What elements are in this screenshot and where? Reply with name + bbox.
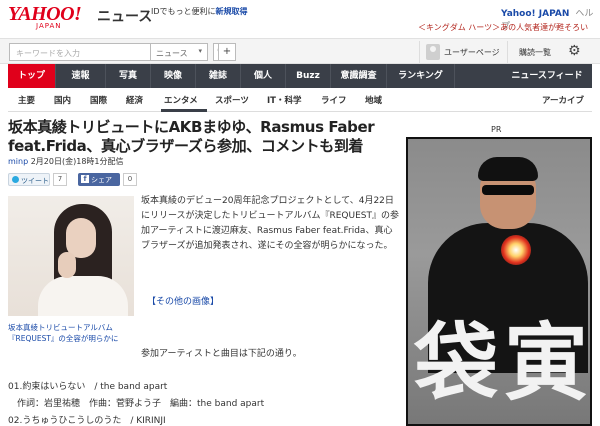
pr-label: PR bbox=[491, 125, 502, 134]
category-economy[interactable]: 経済 bbox=[126, 94, 143, 106]
track-credit: 作詞：岩里祐穂 作曲：菅野よう子 編曲：the band apart bbox=[8, 399, 265, 409]
ad-kanji-left: 袋 bbox=[414, 313, 499, 412]
more-images-link[interactable]: 【その他の画像】 bbox=[147, 294, 219, 307]
article-photo[interactable] bbox=[8, 196, 134, 316]
yahoo-logo-sub: JAPAN bbox=[36, 22, 62, 30]
nav-item-top[interactable]: トップ bbox=[8, 64, 56, 88]
category-life[interactable]: ライフ bbox=[321, 94, 347, 106]
chevron-down-icon: ▾ bbox=[198, 47, 202, 55]
share-label: シェア bbox=[91, 176, 112, 184]
nav-item-video[interactable]: 映像 bbox=[151, 64, 196, 88]
article-body-paragraph-2: 参加アーティストと曲目は下記の通り。 bbox=[141, 349, 302, 359]
ad-kanji-right: 寅 bbox=[504, 313, 589, 412]
category-international[interactable]: 国際 bbox=[90, 94, 107, 106]
category-it-science[interactable]: IT・科学 bbox=[267, 94, 301, 106]
track-item: 01.約束はいらない / the band apart bbox=[8, 382, 168, 392]
user-page-button[interactable]: ユーザーページ bbox=[419, 41, 501, 63]
subscriptions-button[interactable]: 購読一覧 bbox=[507, 41, 555, 63]
photo-caption[interactable]: 坂本真綾トリビュートアルバム『REQUEST』の全容が明らかに bbox=[8, 322, 138, 344]
category-sports[interactable]: スポーツ bbox=[215, 94, 249, 106]
search-scope-select[interactable]: ニュース ▾ bbox=[150, 43, 208, 61]
article-date: 2月20日(金)18時1分配信 bbox=[30, 157, 124, 166]
user-page-label: ユーザーページ bbox=[444, 48, 500, 57]
tweet-button[interactable]: ツイート bbox=[8, 173, 50, 186]
category-nav: 主要 国内 国際 経済 エンタメ スポーツ IT・科学 ライフ 地域 アーカイブ bbox=[8, 88, 592, 112]
nav-item-news-feed[interactable]: ニュースフィード bbox=[502, 64, 592, 88]
facebook-icon: f bbox=[81, 175, 89, 183]
nav-item-magazine[interactable]: 雑誌 bbox=[196, 64, 241, 88]
facebook-share-button[interactable]: f シェア bbox=[78, 173, 120, 186]
article-byline: minp 2月20日(金)18時1分配信 bbox=[8, 156, 124, 167]
nav-item-buzz[interactable]: Buzz bbox=[286, 64, 331, 88]
nav-item-flash[interactable]: 速報 bbox=[56, 64, 106, 88]
category-region[interactable]: 地域 bbox=[365, 94, 382, 106]
article-source-link[interactable]: minp bbox=[8, 157, 28, 166]
yahoo-japan-link[interactable]: Yahoo! JAPAN bbox=[501, 9, 569, 19]
category-domestic[interactable]: 国内 bbox=[54, 94, 71, 106]
archive-link[interactable]: アーカイブ bbox=[542, 94, 584, 106]
header-promo-link[interactable]: ＜キングダム ハーツ＞あの人気者達が甦そろい bbox=[418, 22, 588, 33]
category-entertainment[interactable]: エンタメ bbox=[164, 94, 198, 106]
tweet-label: ツイート bbox=[21, 177, 49, 185]
tweet-count: 7 bbox=[53, 173, 67, 186]
site-header: YAHOO! JAPAN ニュース IDでもっと便利に新規取得 Yahoo! J… bbox=[0, 0, 600, 38]
category-main[interactable]: 主要 bbox=[18, 94, 35, 106]
search-scope-value: ニュース bbox=[156, 49, 188, 58]
id-promo: IDでもっと便利に新規取得 bbox=[151, 6, 248, 17]
active-tab-indicator bbox=[161, 109, 207, 112]
nav-item-photo[interactable]: 写真 bbox=[106, 64, 151, 88]
nav-item-individual[interactable]: 個人 bbox=[241, 64, 286, 88]
gear-icon[interactable]: ⚙ bbox=[568, 43, 581, 59]
add-button[interactable]: + bbox=[218, 43, 236, 61]
glow-graphic bbox=[501, 235, 531, 265]
article-headline: 坂本真綾トリビュートにAKBまゆゆ、Rasmus Faber feat.Frid… bbox=[8, 118, 375, 155]
share-count: 0 bbox=[123, 173, 137, 186]
yahoo-logo[interactable]: YAHOO! bbox=[8, 4, 82, 24]
subscriptions-label: 購読一覧 bbox=[519, 48, 551, 57]
main-nav: トップ 速報 写真 映像 雑誌 個人 Buzz 意識調査 ランキング ニュースフ… bbox=[8, 64, 592, 88]
register-link[interactable]: 新規取得 bbox=[216, 7, 248, 16]
search-bar: キーワードを入力 ニュース ▾ 🔍 + ユーザーページ 購読一覧 ⚙ bbox=[0, 38, 600, 64]
avatar-icon bbox=[426, 44, 440, 60]
service-title[interactable]: ニュース bbox=[97, 6, 152, 26]
nav-item-survey[interactable]: 意識調査 bbox=[331, 64, 387, 88]
article-body-paragraph: 坂本真綾のデビュー20周年記念プロジェクトとして、4月22日にリリースが決定した… bbox=[141, 196, 399, 251]
plus-icon: + bbox=[222, 46, 232, 57]
nav-item-ranking[interactable]: ランキング bbox=[387, 64, 455, 88]
id-promo-text: IDでもっと便利に bbox=[151, 7, 216, 16]
ad-banner[interactable]: 袋 寅 bbox=[406, 137, 592, 426]
track-item: 02.うちゅうひこうしのうた / KIRINJI bbox=[8, 416, 166, 426]
twitter-icon bbox=[12, 176, 19, 183]
